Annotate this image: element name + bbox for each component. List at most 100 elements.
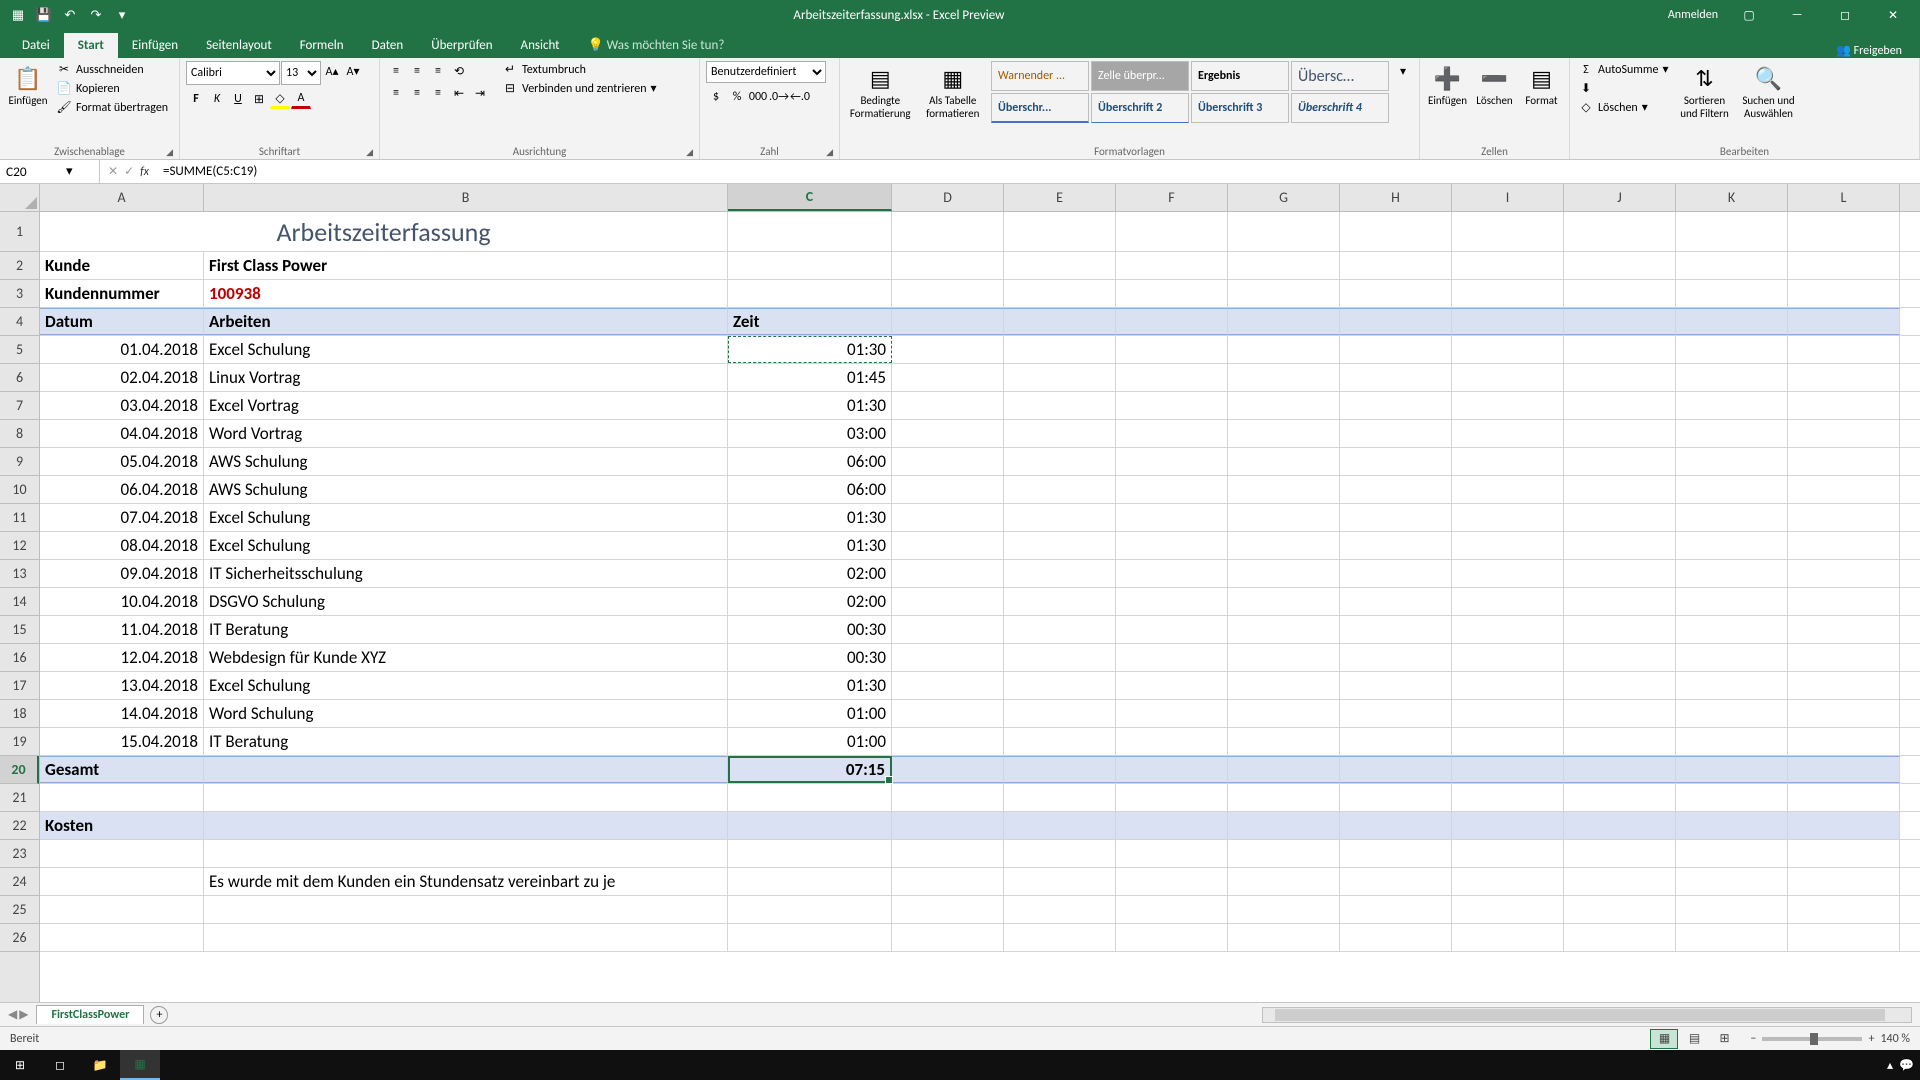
cell[interactable] [1676, 280, 1788, 307]
column-header-E[interactable]: E [1004, 184, 1116, 211]
cell[interactable] [1564, 840, 1676, 867]
cell[interactable] [892, 504, 1004, 531]
cell[interactable] [1788, 924, 1900, 951]
cell[interactable] [1564, 308, 1676, 335]
cell[interactable] [1340, 756, 1452, 783]
align-top-icon[interactable]: ≡ [386, 61, 406, 81]
cell[interactable] [1676, 756, 1788, 783]
row-header-17[interactable]: 17 [0, 672, 39, 700]
start-menu-icon[interactable]: ⊞ [0, 1050, 40, 1080]
cell[interactable] [1788, 588, 1900, 615]
page-layout-view-icon[interactable]: ▤ [1680, 1029, 1708, 1049]
cell[interactable] [1228, 308, 1340, 335]
cell[interactable]: 01:30 [728, 672, 892, 699]
find-select-button[interactable]: 🔍Suchen und Auswählen [1738, 61, 1798, 120]
cell[interactable] [1452, 840, 1564, 867]
tab-formeln[interactable]: Formeln [286, 33, 358, 58]
row-header-18[interactable]: 18 [0, 700, 39, 728]
cell[interactable]: 05.04.2018 [40, 448, 204, 475]
cell[interactable] [892, 784, 1004, 811]
cell[interactable] [1788, 392, 1900, 419]
fx-icon[interactable]: fx [140, 165, 149, 179]
cell[interactable]: AWS Schulung [204, 448, 728, 475]
row-header-19[interactable]: 19 [0, 728, 39, 756]
column-header-D[interactable]: D [892, 184, 1004, 211]
decrease-indent-icon[interactable]: ⇤ [449, 83, 469, 103]
align-center-icon[interactable]: ≡ [407, 83, 427, 103]
cell[interactable] [1788, 812, 1900, 839]
cell[interactable] [1228, 532, 1340, 559]
row-header-6[interactable]: 6 [0, 364, 39, 392]
delete-cells-button[interactable]: ➖Löschen [1473, 61, 1516, 107]
row-header-12[interactable]: 12 [0, 532, 39, 560]
cell[interactable]: 01:30 [728, 532, 892, 559]
cell[interactable] [1004, 896, 1116, 923]
cell[interactable] [1788, 868, 1900, 895]
underline-button[interactable]: U [228, 89, 248, 109]
cell[interactable]: Word Schulung [204, 700, 728, 727]
style-zelle-ueberpr[interactable]: Zelle überpr... [1091, 61, 1189, 91]
sheet-nav-prev-icon[interactable]: ◀ [8, 1007, 17, 1022]
cell[interactable] [1676, 336, 1788, 363]
row-header-9[interactable]: 9 [0, 448, 39, 476]
tab-ansicht[interactable]: Ansicht [507, 33, 574, 58]
cell[interactable]: Word Vortrag [204, 420, 728, 447]
cell[interactable]: 15.04.2018 [40, 728, 204, 755]
sheet-nav-next-icon[interactable]: ▶ [19, 1007, 28, 1022]
paste-button[interactable]: 📋Einfügen [6, 61, 50, 107]
font-color-button[interactable]: A [291, 89, 311, 109]
cell[interactable] [40, 840, 204, 867]
cell[interactable] [1340, 784, 1452, 811]
cell[interactable] [1340, 700, 1452, 727]
cell[interactable] [1228, 672, 1340, 699]
column-header-I[interactable]: I [1452, 184, 1564, 211]
cell[interactable] [892, 280, 1004, 307]
page-break-view-icon[interactable]: ⊞ [1710, 1029, 1738, 1049]
cell[interactable]: 01:30 [728, 392, 892, 419]
cell[interactable] [1676, 532, 1788, 559]
cell[interactable] [1676, 308, 1788, 335]
cell[interactable]: Excel Schulung [204, 504, 728, 531]
cell[interactable] [1116, 336, 1228, 363]
cell[interactable] [1004, 280, 1116, 307]
column-header-L[interactable]: L [1788, 184, 1900, 211]
cell[interactable] [1788, 560, 1900, 587]
name-box[interactable]: ▾ [0, 160, 100, 183]
column-header-B[interactable]: B [204, 184, 728, 211]
cell[interactable] [1004, 672, 1116, 699]
cell[interactable] [204, 756, 728, 783]
cell[interactable] [1676, 868, 1788, 895]
cell[interactable] [892, 868, 1004, 895]
cell[interactable]: IT Sicherheitsschulung [204, 560, 728, 587]
cell[interactable] [1564, 392, 1676, 419]
increase-font-icon[interactable]: A▴ [322, 61, 342, 81]
cell[interactable]: Excel Schulung [204, 672, 728, 699]
cell[interactable] [728, 840, 892, 867]
cell[interactable] [1452, 364, 1564, 391]
comma-button[interactable]: 000 [748, 87, 768, 107]
cell[interactable] [1116, 448, 1228, 475]
row-header-2[interactable]: 2 [0, 252, 39, 280]
cell[interactable] [1676, 448, 1788, 475]
cell[interactable] [1788, 728, 1900, 755]
row-header-20[interactable]: 20 [0, 756, 39, 784]
cell[interactable] [1452, 280, 1564, 307]
cell[interactable] [1004, 784, 1116, 811]
cell[interactable] [1452, 532, 1564, 559]
cell[interactable] [1004, 756, 1116, 783]
cell[interactable] [1340, 212, 1452, 251]
cell[interactable] [892, 364, 1004, 391]
cell[interactable] [1676, 812, 1788, 839]
cell[interactable] [1004, 252, 1116, 279]
cell[interactable] [1788, 280, 1900, 307]
cell[interactable] [892, 924, 1004, 951]
cell[interactable] [1676, 252, 1788, 279]
accept-formula-icon[interactable]: ✓ [124, 164, 134, 179]
cell[interactable] [1788, 336, 1900, 363]
cell[interactable] [1004, 308, 1116, 335]
cell[interactable] [1228, 588, 1340, 615]
cell[interactable] [40, 784, 204, 811]
cell[interactable] [1340, 420, 1452, 447]
notifications-icon[interactable]: 💬 [1899, 1058, 1914, 1073]
cell[interactable] [892, 476, 1004, 503]
